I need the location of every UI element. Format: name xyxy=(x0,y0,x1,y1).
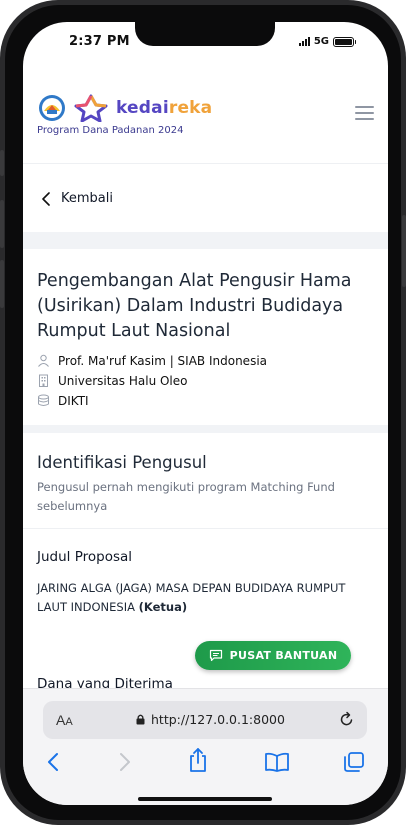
project-title: Pengembangan Alat Pengusir Hama (Usirika… xyxy=(37,271,352,341)
url-text: http://127.0.0.1:8000 xyxy=(151,712,285,727)
browser-toolbar xyxy=(23,748,388,781)
identification-title: Identifikasi Pengusul xyxy=(37,453,207,472)
back-link[interactable]: Kembali xyxy=(23,165,388,232)
text-size-button[interactable]: AA xyxy=(56,712,73,728)
forward-arrow-icon[interactable] xyxy=(118,751,132,773)
status-time: 2:37 PM xyxy=(69,34,130,49)
project-meta: Prof. Ma'ruf Kasim | SIAB Indonesia Univ… xyxy=(37,352,374,409)
help-center-button[interactable]: PUSAT BANTUAN xyxy=(195,641,351,670)
share-icon[interactable] xyxy=(188,747,208,773)
signal-icon xyxy=(298,37,310,46)
meta-institution: DIKTI xyxy=(37,392,374,409)
volume-up-button xyxy=(0,200,4,248)
menu-icon[interactable] xyxy=(355,106,374,120)
reload-icon[interactable] xyxy=(338,711,355,728)
identification-description: Pengusul pernah mengikuti program Matchi… xyxy=(37,480,335,513)
logo-group[interactable]: kedaireka xyxy=(38,94,212,122)
proposal-title: JARING ALGA (JAGA) MASA DEPAN BUDIDAYA R… xyxy=(37,581,346,614)
site-header: kedaireka Program Dana Padanan 2024 xyxy=(23,82,388,164)
section-divider xyxy=(23,425,388,433)
volume-down-button xyxy=(0,260,4,308)
ministry-emblem-icon xyxy=(39,95,65,121)
brand-name: kedaireka xyxy=(116,98,212,118)
phone-frame: 2:37 PM 5G kedaireka Program Dana Padana… xyxy=(0,0,406,825)
meta-person: Prof. Ma'ruf Kasim | SIAB Indonesia xyxy=(37,352,374,369)
home-indicator xyxy=(138,797,272,801)
kedaireka-logo-icon xyxy=(74,94,108,122)
url-display: http://127.0.0.1:8000 xyxy=(136,712,285,727)
brand-accent: reka xyxy=(168,98,213,118)
database-icon xyxy=(38,394,49,406)
section-divider xyxy=(23,232,388,249)
address-bar[interactable]: AA http://127.0.0.1:8000 xyxy=(43,701,367,739)
building-icon xyxy=(39,374,48,387)
meta-university: Universitas Halu Oleo xyxy=(37,372,374,389)
network-type: 5G xyxy=(313,36,329,47)
chevron-left-icon xyxy=(42,191,50,206)
back-arrow-icon[interactable] xyxy=(46,751,60,773)
aa-small: A xyxy=(65,716,73,728)
program-subtitle: Program Dana Padanan 2024 xyxy=(37,125,184,136)
brand-main: kedai xyxy=(116,98,169,118)
lock-icon xyxy=(136,714,145,725)
chat-icon xyxy=(209,649,222,662)
aa-large: A xyxy=(56,712,66,728)
user-icon xyxy=(38,354,49,367)
help-center-label: PUSAT BANTUAN xyxy=(229,649,338,662)
person-name: Prof. Ma'ruf Kasim | SIAB Indonesia xyxy=(58,353,268,368)
proposal-role: (Ketua) xyxy=(138,600,188,614)
notch xyxy=(135,22,275,46)
proposal-label: Judul Proposal xyxy=(37,549,133,565)
back-label: Kembali xyxy=(61,191,113,206)
mute-switch xyxy=(0,150,4,176)
identification-header: Identifikasi Pengusul Pengusul pernah me… xyxy=(23,433,388,529)
bookmarks-icon[interactable] xyxy=(264,751,290,773)
screen: 2:37 PM 5G kedaireka Program Dana Padana… xyxy=(23,22,388,805)
project-card: Pengembangan Alat Pengusir Hama (Usirika… xyxy=(23,249,388,425)
institution-name: DIKTI xyxy=(58,393,89,408)
tabs-icon[interactable] xyxy=(343,751,365,773)
status-indicators: 5G xyxy=(298,36,356,47)
proposal-value: JARING ALGA (JAGA) MASA DEPAN BUDIDAYA R… xyxy=(37,579,374,617)
battery-icon xyxy=(333,36,356,47)
proposal-field: Judul Proposal JARING ALGA (JAGA) MASA D… xyxy=(23,549,388,617)
university-name: Universitas Halu Oleo xyxy=(58,373,188,388)
browser-bar: AA http://127.0.0.1:8000 xyxy=(23,688,388,805)
power-button xyxy=(402,215,406,287)
